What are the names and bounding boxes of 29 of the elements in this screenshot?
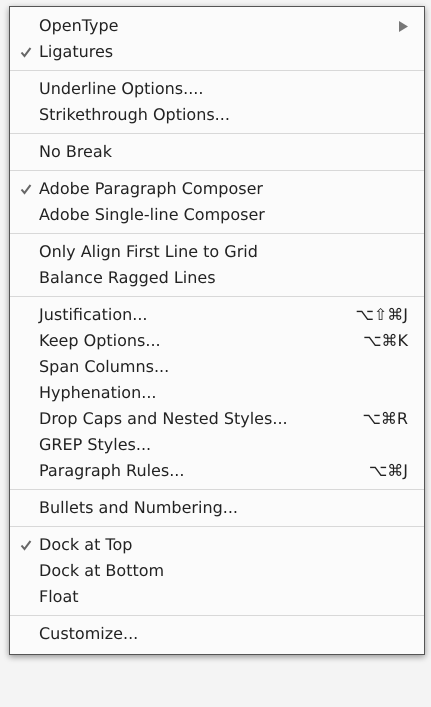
menu-item[interactable]: Span Columns... (10, 354, 424, 380)
menu-item[interactable]: Justification... ⌥⇧⌘J (10, 302, 424, 328)
menu-item[interactable]: Customize... (10, 621, 424, 647)
shortcut-text: ⌥⇧⌘J (355, 304, 408, 326)
menu-item[interactable]: GREP Styles... (10, 432, 424, 458)
menu-item[interactable]: Balance Ragged Lines (10, 265, 424, 291)
menu-item[interactable]: Paragraph Rules... ⌥⌘J (10, 458, 424, 484)
menu-item[interactable]: Strikethrough Options... (10, 102, 424, 128)
submenu-arrow-icon (399, 20, 408, 32)
menu-item[interactable]: Ligatures (10, 39, 424, 65)
menu-item[interactable]: No Break (10, 139, 424, 165)
menu-item[interactable]: Bullets and Numbering... (10, 495, 424, 521)
menu-item[interactable]: OpenType (10, 13, 424, 39)
menu-item[interactable]: Hyphenation... (10, 380, 424, 406)
menu-item[interactable]: Adobe Paragraph Composer (10, 176, 424, 202)
menu-item[interactable]: Dock at Top (10, 532, 424, 558)
checkmark-icon (20, 46, 32, 58)
checkmark-icon (20, 539, 32, 551)
shortcut-text: ⌥⌘K (363, 330, 408, 352)
checkmark-icon (20, 183, 32, 195)
menu-item[interactable]: Only Align First Line to Grid (10, 239, 424, 265)
shortcut-text: ⌥⌘J (368, 460, 408, 482)
menu-item[interactable]: Float (10, 584, 424, 610)
menu-item[interactable]: Underline Options.... (10, 76, 424, 102)
menu-item[interactable]: Dock at Bottom (10, 558, 424, 584)
menu-item[interactable]: Keep Options... ⌥⌘K (10, 328, 424, 354)
menu-item[interactable]: Adobe Single-line Composer (10, 202, 424, 228)
shortcut-text: ⌥⌘R (362, 408, 408, 430)
menu-item[interactable]: Drop Caps and Nested Styles... ⌥⌘R (10, 406, 424, 432)
